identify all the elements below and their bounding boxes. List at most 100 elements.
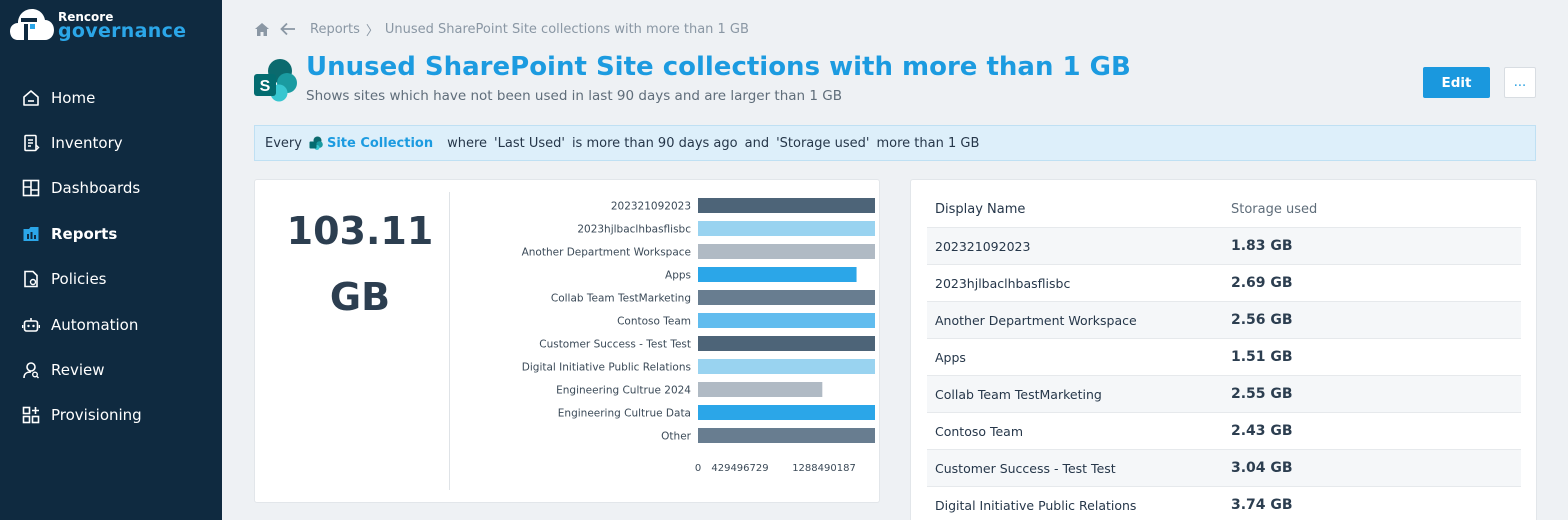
bar[interactable] — [698, 382, 823, 397]
cell-storage-used: 3.04 GB — [1231, 460, 1293, 476]
sidebar-item-label: Automation — [51, 315, 139, 334]
sidebar-item-inventory[interactable]: Inventory — [0, 120, 222, 165]
table-row[interactable]: Another Department Workspace 2.56 GB — [927, 302, 1521, 339]
sharepoint-icon: S — [254, 59, 297, 102]
sidebar-item-label: Policies — [51, 270, 107, 289]
bar[interactable] — [698, 198, 875, 213]
cell-storage-used: 2.56 GB — [1231, 312, 1293, 328]
sidebar-item-label: Home — [51, 88, 96, 107]
sidebar-item-label: Review — [51, 361, 105, 380]
edit-button[interactable]: Edit — [1423, 67, 1490, 98]
bar-category-label: 2023hjlbaclhbasflisbc — [577, 224, 691, 236]
x-tick-label: 429496729 — [711, 463, 768, 474]
cell-display-name: Collab Team TestMarketing — [935, 386, 1102, 402]
home-icon[interactable] — [254, 22, 270, 37]
cell-display-name: Apps — [935, 349, 966, 365]
cell-storage-used: 1.51 GB — [1231, 349, 1293, 365]
table-row[interactable]: Contoso Team 2.43 GB — [927, 413, 1521, 450]
table-row[interactable]: Collab Team TestMarketing 2.55 GB — [927, 376, 1521, 413]
bar[interactable] — [698, 290, 875, 305]
bar-category-label: Contoso Team — [617, 316, 691, 328]
kpi-unit: GB — [329, 275, 391, 319]
query-field-storage: 'Storage used' — [776, 135, 870, 151]
cell-storage-used: 2.69 GB — [1231, 275, 1293, 291]
review-icon — [22, 361, 40, 379]
page-subtitle: Shows sites which have not been used in … — [306, 88, 842, 104]
kpi-value: 103.11 — [286, 209, 434, 253]
reports-icon — [22, 225, 40, 243]
table-row[interactable]: 2023hjlbaclhbasflisbc 2.69 GB — [927, 265, 1521, 302]
table-row[interactable]: 202321092023 1.83 GB — [927, 228, 1521, 265]
cell-storage-used: 2.43 GB — [1231, 423, 1293, 439]
bar-category-label: Other — [661, 431, 691, 443]
sidebar-item-label: Dashboards — [51, 179, 141, 198]
bar[interactable] — [698, 221, 875, 236]
bar-category-label: Engineering Cultrue 2024 — [556, 385, 691, 397]
sidebar-nav: Home Inventory Dashboards Reports Polici… — [0, 75, 222, 438]
cloud-logo-icon — [10, 9, 54, 40]
x-tick-label: 1288490187 — [792, 463, 856, 474]
sidebar-item-dashboards[interactable]: Dashboards — [0, 166, 222, 211]
cell-display-name: 2023hjlbaclhbasflisbc — [935, 275, 1071, 291]
query-and: and — [744, 135, 770, 151]
arrow-left-icon[interactable] — [280, 22, 296, 36]
brand-product: governance — [58, 20, 187, 42]
table-row[interactable]: Digital Initiative Public Relations 3.74 … — [927, 487, 1521, 520]
x-tick-label: 0 — [695, 463, 701, 474]
sidebar-item-review[interactable]: Review — [0, 347, 222, 392]
cell-display-name: 202321092023 — [935, 238, 1031, 254]
breadcrumb-current: Unused SharePoint Site collections with … — [384, 21, 749, 37]
bar[interactable] — [698, 313, 875, 328]
main-content: Reports 〉 Unused SharePoint Site collect… — [222, 0, 1568, 520]
cell-storage-used: 1.83 GB — [1231, 238, 1293, 254]
storage-bar-chart: 202321092023 2023hjlbaclhbasflisbc Another… — [522, 198, 875, 474]
cell-display-name: Customer Success - Test Test — [935, 460, 1116, 476]
sidebar-item-home[interactable]: Home — [0, 75, 222, 120]
sidebar-item-provisioning[interactable]: Provisioning — [0, 393, 222, 438]
bar[interactable] — [698, 405, 875, 420]
cell-display-name: Contoso Team — [935, 423, 1024, 439]
dashboards-icon — [22, 179, 40, 197]
more-options-button[interactable]: ... — [1504, 67, 1536, 98]
sidebar: Rencore governance Home Inventory Dashbo… — [0, 0, 222, 520]
query-entity-label: Site Collection — [326, 135, 434, 151]
bar[interactable] — [698, 428, 875, 443]
divider — [449, 192, 450, 490]
query-condition-2: more than 1 GB — [876, 135, 980, 151]
table-row[interactable]: Customer Success - Test Test 3.04 GB — [927, 450, 1521, 487]
query-condition-1: is more than 90 days ago — [571, 135, 738, 151]
cell-storage-used: 3.74 GB — [1231, 497, 1293, 513]
kpi-total-storage: 103.11 GB — [255, 198, 465, 330]
bar[interactable] — [698, 244, 875, 259]
site-collection-icon — [309, 136, 323, 150]
sidebar-item-automation[interactable]: Automation — [0, 302, 222, 347]
query-field-last-used: 'Last Used' — [494, 135, 565, 151]
sidebar-item-policies[interactable]: Policies — [0, 257, 222, 302]
bar-category-label: Apps — [665, 270, 691, 282]
query-entity[interactable]: Site Collection — [309, 136, 440, 151]
breadcrumb-reports-link[interactable]: Reports — [310, 22, 360, 37]
cell-storage-used: 2.55 GB — [1231, 386, 1293, 402]
table-card: Display Name Storage used 202321092023 1.… — [910, 179, 1537, 520]
bar-category-label: Another Department Workspace — [522, 247, 691, 259]
table-row[interactable]: Apps 1.51 GB — [927, 339, 1521, 376]
table-body: 202321092023 1.83 GB 2023hjlbaclhbasflisbc… — [927, 228, 1521, 520]
chart-card: 103.11 GB 202321092023 2023hjlbaclhbasfli… — [254, 179, 880, 503]
provisioning-icon — [22, 406, 40, 424]
cell-display-name: Another Department Workspace — [935, 312, 1137, 328]
sidebar-item-reports[interactable]: Reports — [0, 211, 222, 256]
bar[interactable] — [698, 267, 857, 282]
column-header-storage-used[interactable]: Storage used — [1223, 202, 1317, 217]
bar[interactable] — [698, 336, 875, 351]
inventory-icon — [22, 134, 40, 152]
breadcrumb-separator: 〉 — [365, 23, 379, 39]
sidebar-item-label: Provisioning — [51, 406, 142, 425]
home-icon — [22, 89, 40, 107]
breadcrumb: Reports 〉 Unused SharePoint Site collect… — [254, 19, 749, 39]
page-title: Unused SharePoint Site collections with … — [306, 52, 1131, 82]
sidebar-item-label: Inventory — [51, 134, 123, 153]
bar-category-label: Customer Success - Test Test — [539, 339, 691, 351]
policies-icon — [22, 270, 40, 288]
column-header-display-name[interactable]: Display Name — [927, 202, 1223, 217]
bar[interactable] — [698, 359, 875, 374]
